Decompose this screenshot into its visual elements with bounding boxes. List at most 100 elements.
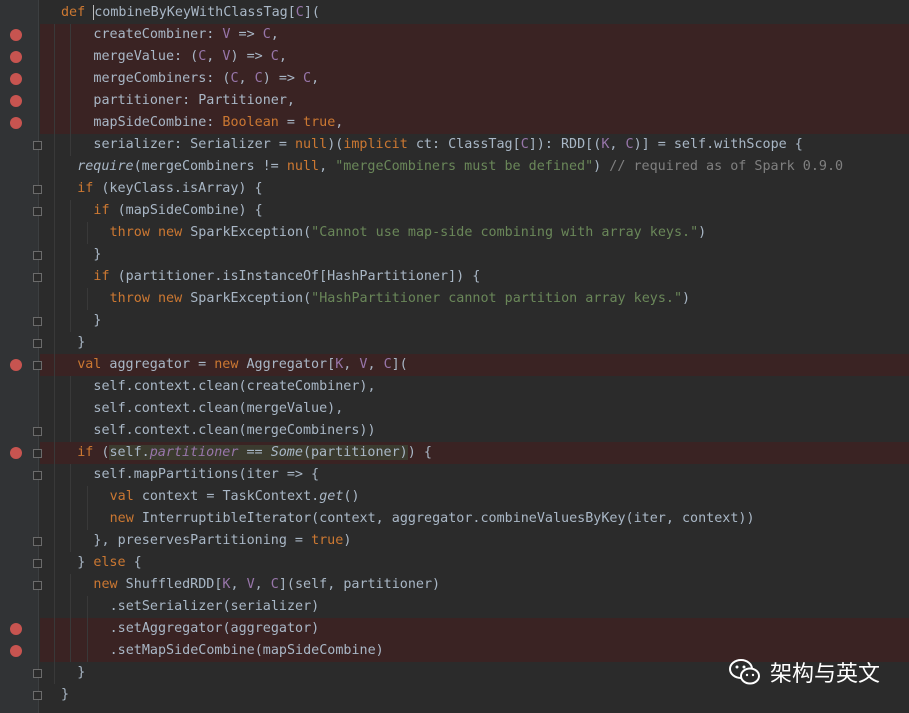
code-line[interactable]: new ShuffledRDD[K, V, C](self, partition… [0, 574, 909, 596]
code-line[interactable]: .setAggregator(aggregator) [0, 618, 909, 640]
indent-guide [70, 530, 72, 552]
code-line[interactable]: mapSideCombine: Boolean = true, [0, 112, 909, 134]
indent-guide [54, 112, 56, 134]
code-text: createCombiner: V => C, [93, 27, 279, 42]
code-text: .setSerializer(serializer) [109, 599, 320, 614]
indent-guide [70, 376, 72, 398]
indent-guide [54, 574, 56, 596]
code-text: mapSideCombine: Boolean = true, [93, 115, 344, 130]
code-text: .setAggregator(aggregator) [109, 621, 320, 636]
code-line[interactable]: } [0, 310, 909, 332]
code-text: mergeCombiners: (C, C) => C, [93, 71, 320, 86]
indent-guide [70, 222, 72, 244]
indent-guide [54, 508, 56, 530]
fold-marker-icon[interactable] [33, 691, 42, 700]
indent-guide [54, 332, 56, 354]
code-line[interactable]: val context = TaskContext.get() [0, 486, 909, 508]
code-line[interactable]: } [0, 244, 909, 266]
code-text: partitioner: Partitioner, [93, 93, 295, 108]
indent-guide [70, 46, 72, 68]
breakpoint-icon[interactable] [10, 95, 22, 107]
indent-guide [54, 134, 56, 156]
fold-marker-icon[interactable] [33, 427, 42, 436]
breakpoint-icon[interactable] [10, 117, 22, 129]
code-line[interactable]: .setSerializer(serializer) [0, 596, 909, 618]
breakpoint-icon[interactable] [10, 359, 22, 371]
breakpoint-icon[interactable] [10, 73, 22, 85]
wechat-icon [729, 659, 760, 685]
indent-guide [54, 640, 56, 662]
code-text: self.context.clean(mergeValue), [93, 401, 344, 416]
code-line[interactable]: } else { [0, 552, 909, 574]
indent-guide [70, 90, 72, 112]
indent-guide [70, 288, 72, 310]
indent-guide [54, 46, 56, 68]
fold-marker-icon[interactable] [33, 361, 42, 370]
fold-marker-icon[interactable] [33, 339, 42, 348]
indent-guide [54, 24, 56, 46]
code-text: throw new SparkException("HashPartitione… [109, 291, 691, 306]
code-line[interactable]: if (mapSideCombine) { [0, 200, 909, 222]
code-line[interactable]: throw new SparkException("HashPartitione… [0, 288, 909, 310]
code-line[interactable]: }, preservesPartitioning = true) [0, 530, 909, 552]
code-text: if (mapSideCombine) { [93, 203, 263, 218]
code-line[interactable]: if (self.partitioner == Some(partitioner… [0, 442, 909, 464]
indent-guide [54, 244, 56, 266]
code-text: .setMapSideCombine(mapSideCombine) [109, 643, 384, 658]
code-line[interactable]: mergeValue: (C, V) => C, [0, 46, 909, 68]
code-line[interactable]: mergeCombiners: (C, C) => C, [0, 68, 909, 90]
fold-marker-icon[interactable] [33, 669, 42, 678]
breakpoint-icon[interactable] [10, 645, 22, 657]
indent-guide [70, 464, 72, 486]
indent-guide [54, 486, 56, 508]
fold-marker-icon[interactable] [33, 537, 42, 546]
fold-marker-icon[interactable] [33, 559, 42, 568]
indent-guide [54, 442, 56, 464]
indent-guide [54, 618, 56, 640]
fold-marker-icon[interactable] [33, 185, 42, 194]
code-text: mergeValue: (C, V) => C, [93, 49, 287, 64]
code-line[interactable]: if (keyClass.isArray) { [0, 178, 909, 200]
fold-marker-icon[interactable] [33, 449, 42, 458]
code-text: self.context.clean(mergeCombiners)) [93, 423, 376, 438]
code-text: new InterruptibleIterator(context, aggre… [109, 511, 755, 526]
indent-guide [70, 24, 72, 46]
breakpoint-icon[interactable] [10, 447, 22, 459]
breakpoint-icon[interactable] [10, 51, 22, 63]
code-line[interactable]: throw new SparkException("Cannot use map… [0, 222, 909, 244]
code-line[interactable]: self.context.clean(createCombiner), [0, 376, 909, 398]
indent-guide [70, 134, 72, 156]
code-line[interactable]: } [0, 332, 909, 354]
fold-marker-icon[interactable] [33, 207, 42, 216]
code-line[interactable]: self.context.clean(mergeCombiners)) [0, 420, 909, 442]
code-line[interactable]: partitioner: Partitioner, [0, 90, 909, 112]
fold-marker-icon[interactable] [33, 471, 42, 480]
code-line[interactable]: require(mergeCombiners != null, "mergeCo… [0, 156, 909, 178]
breakpoint-icon[interactable] [10, 29, 22, 41]
code-line[interactable]: new InterruptibleIterator(context, aggre… [0, 508, 909, 530]
indent-guide [70, 244, 72, 266]
fold-marker-icon[interactable] [33, 317, 42, 326]
code-line[interactable]: serializer: Serializer = null)(implicit … [0, 134, 909, 156]
code-line[interactable]: val aggregator = new Aggregator[K, V, C]… [0, 354, 909, 376]
fold-marker-icon[interactable] [33, 581, 42, 590]
code-line[interactable]: self.mapPartitions(iter => { [0, 464, 909, 486]
code-text: require(mergeCombiners != null, "mergeCo… [77, 159, 844, 174]
indent-guide [70, 640, 72, 662]
fold-marker-icon[interactable] [33, 251, 42, 260]
fold-marker-icon[interactable] [33, 141, 42, 150]
code-line[interactable]: self.context.clean(mergeValue), [0, 398, 909, 420]
indent-guide [70, 112, 72, 134]
indent-guide [70, 398, 72, 420]
code-text: def combineByKeyWithClassTag[C]( [61, 5, 320, 20]
indent-guide [86, 288, 88, 310]
code-line[interactable]: if (partitioner.isInstanceOf[HashPartiti… [0, 266, 909, 288]
indent-guide [70, 618, 72, 640]
fold-marker-icon[interactable] [33, 273, 42, 282]
code-editor[interactable]: def combineByKeyWithClassTag[C]( createCo… [0, 0, 909, 713]
breakpoint-icon[interactable] [10, 623, 22, 635]
code-line[interactable]: def combineByKeyWithClassTag[C]( [0, 2, 909, 24]
code-line[interactable]: createCombiner: V => C, [0, 24, 909, 46]
indent-guide [70, 486, 72, 508]
code-text: new ShuffledRDD[K, V, C](self, partition… [93, 577, 441, 592]
